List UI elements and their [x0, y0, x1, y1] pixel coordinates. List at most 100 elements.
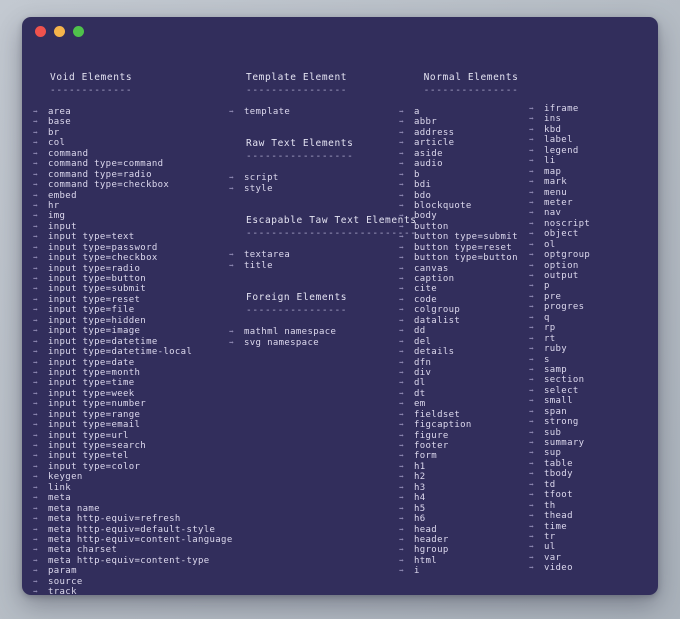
arrow-bullet-icon: ➡: [529, 114, 534, 124]
list-item: ➡ command: [30, 149, 230, 159]
list-item: ➡ button: [396, 222, 546, 232]
element-name: title: [244, 260, 273, 271]
list-item: ➡ command type=checkbox: [30, 180, 230, 190]
arrow-bullet-icon: ➡: [529, 563, 534, 573]
arrow-bullet-icon: ➡: [399, 159, 404, 169]
list-item: ➡ h6: [396, 514, 546, 524]
arrow-bullet-icon: ➡: [529, 479, 534, 489]
list-item: ➡ rp: [526, 323, 658, 333]
element-name: input type=datetime: [48, 336, 158, 347]
element-name: meta http-equiv=content-type: [48, 555, 210, 566]
arrow-bullet-icon: ➡: [33, 253, 38, 263]
element-name: input type=reset: [48, 294, 141, 305]
element-name: input type=checkbox: [48, 253, 158, 264]
list-item: ➡ input type=checkbox: [30, 253, 230, 263]
element-name: i: [414, 566, 420, 577]
arrow-bullet-icon: ➡: [33, 263, 38, 273]
arrow-bullet-icon: ➡: [399, 274, 404, 283]
close-button[interactable]: [35, 25, 46, 37]
arrow-bullet-icon: ➡: [529, 417, 534, 427]
arrow-bullet-icon: ➡: [33, 441, 38, 450]
element-name: header: [414, 534, 449, 545]
arrow-bullet-icon: ➡: [529, 260, 534, 270]
element-name: button: [414, 221, 449, 232]
list-item: ➡ input: [30, 222, 230, 232]
list-item: ➡ hgroup: [396, 545, 546, 555]
arrow-bullet-icon: ➡: [399, 566, 404, 576]
arrow-bullet-icon: ➡: [399, 148, 404, 158]
arrow-bullet-icon: ➡: [229, 173, 234, 183]
arrow-bullet-icon: ➡: [33, 315, 38, 325]
list-item: ➡ rt: [526, 334, 658, 344]
list-item: ➡ input type=week: [30, 389, 230, 399]
element-name: sup: [544, 448, 562, 459]
list-item: ➡ svg namespace: [226, 338, 416, 348]
list-item: ➡ form: [396, 451, 546, 461]
list-item: ➡ head: [396, 525, 546, 535]
arrow-bullet-icon: ➡: [529, 354, 534, 364]
list-item: ➡ span: [526, 407, 658, 417]
element-name: dl: [414, 378, 426, 389]
element-name: strong: [544, 417, 579, 428]
list-item: ➡ s: [526, 355, 658, 365]
element-name: keygen: [48, 472, 83, 483]
element-name: bdi: [414, 180, 432, 191]
list-item: ➡ meta http-equiv=content-type: [30, 556, 230, 566]
list-item: ➡ time: [526, 522, 658, 532]
arrow-bullet-icon: ➡: [399, 263, 404, 273]
list-item: ➡ embed: [30, 191, 230, 201]
list-item: ➡ em: [396, 399, 546, 409]
list-item: ➡ b: [396, 170, 546, 180]
element-name: details: [414, 347, 455, 358]
arrow-bullet-icon: ➡: [33, 514, 38, 524]
heading-rule-template-element: ----------------: [246, 85, 348, 96]
maximize-button[interactable]: [73, 25, 84, 37]
list-item: ➡ button type=button: [396, 253, 546, 263]
element-name: b: [414, 169, 420, 180]
arrow-bullet-icon: ➡: [399, 336, 404, 346]
element-name: a: [414, 107, 420, 117]
element-name: meta http-equiv=content-language: [48, 534, 233, 545]
arrow-bullet-icon: ➡: [33, 148, 38, 158]
element-name: input type=month: [48, 367, 141, 378]
list-item: ➡ h4: [396, 493, 546, 503]
arrow-bullet-icon: ➡: [399, 503, 404, 513]
element-name: rt: [544, 333, 556, 344]
arrow-bullet-icon: ➡: [529, 469, 534, 479]
list-item: ➡ q: [526, 313, 658, 323]
list-item: ➡ small: [526, 396, 658, 406]
arrow-bullet-icon: ➡: [399, 555, 404, 565]
element-name: summary: [544, 438, 585, 448]
element-name: input type=hidden: [48, 315, 147, 326]
arrow-bullet-icon: ➡: [529, 406, 534, 416]
element-name: command type=checkbox: [48, 180, 170, 191]
arrow-bullet-icon: ➡: [33, 472, 38, 482]
list-item: ➡ textarea: [226, 250, 416, 260]
arrow-bullet-icon: ➡: [33, 169, 38, 179]
element-name: section: [544, 375, 585, 386]
arrow-bullet-icon: ➡: [529, 531, 534, 541]
heading-rule-void-elements: -------------: [50, 85, 133, 96]
list-item: ➡ strong: [526, 417, 658, 427]
arrow-bullet-icon: ➡: [33, 503, 38, 513]
list-item: ➡ input type=email: [30, 420, 230, 430]
minimize-button[interactable]: [54, 25, 65, 37]
arrow-bullet-icon: ➡: [399, 451, 404, 461]
list-item: ➡ input type=image: [30, 326, 230, 336]
heading-rule-normal-elements: ---------------: [423, 85, 519, 96]
arrow-bullet-icon: ➡: [33, 409, 38, 419]
element-name: head: [414, 524, 438, 535]
list-item: ➡ input type=time: [30, 378, 230, 388]
arrow-bullet-icon: ➡: [33, 534, 38, 544]
arrow-bullet-icon: ➡: [33, 524, 38, 534]
arrow-bullet-icon: ➡: [33, 555, 38, 565]
arrow-bullet-icon: ➡: [33, 587, 38, 595]
list-item: ➡ html: [396, 556, 546, 566]
arrow-bullet-icon: ➡: [529, 448, 534, 458]
list-item: ➡ datalist: [396, 316, 546, 326]
arrow-bullet-icon: ➡: [529, 385, 534, 395]
element-name: canvas: [414, 263, 449, 274]
list-item: ➡ thead: [526, 511, 658, 521]
element-name: ins: [544, 114, 562, 125]
arrow-bullet-icon: ➡: [399, 315, 404, 325]
